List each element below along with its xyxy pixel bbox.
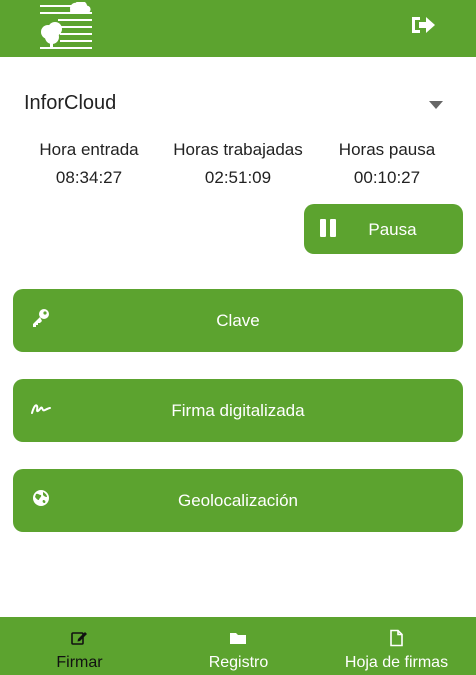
caret-down-icon [429,101,443,109]
time-stats: Hora entrada 08:34:27 Horas trabajadas 0… [0,140,476,192]
stat-label: Horas pausa [338,140,436,159]
firma-digitalizada-button[interactable]: Firma digitalizada [13,379,463,442]
tree-cloud-logo [40,2,92,49]
nav-hoja-de-firmas[interactable]: Hoja de firmas [317,617,476,675]
stat-value: 00:10:27 [353,168,421,187]
nav-hoja-de-firmas-label: Hoja de firmas [344,654,449,671]
file-icon [390,629,403,647]
company-select[interactable]: InforCloud [24,90,444,120]
nav-registro[interactable]: Registro [159,617,318,675]
geolocalizacion-button[interactable]: Geolocalización [13,469,463,532]
clave-button[interactable]: Clave [13,289,463,352]
stat-value: 02:51:09 [204,168,272,187]
stat-value: 08:34:27 [55,168,123,187]
stat-label: Horas trabajadas [173,140,303,159]
stat-hora-entrada: Hora entrada 08:34:27 [14,140,164,188]
geolocalizacion-button-label: Geolocalización [177,491,298,510]
firma-digitalizada-button-label: Firma digitalizada [171,401,305,420]
pause-button-label: Pausa [368,220,417,239]
nav-firmar-label: Firmar [56,654,103,671]
clave-button-label: Clave [216,311,260,330]
pause-button[interactable]: Pausa [304,204,463,254]
stat-label: Hora entrada [39,140,139,159]
nav-registro-label: Registro [208,654,269,671]
nav-firmar[interactable]: Firmar [0,617,159,675]
top-bar [0,0,476,57]
stat-horas-pausa: Horas pausa 00:10:27 [312,140,462,188]
logout-icon[interactable] [410,13,436,37]
folder-icon [230,633,246,644]
company-select-value: InforCloud [24,92,117,114]
edit-icon [71,632,87,645]
bottom-nav: Firmar Registro Hoja de firmas [0,617,476,675]
stat-horas-trabajadas: Horas trabajadas 02:51:09 [163,140,313,188]
